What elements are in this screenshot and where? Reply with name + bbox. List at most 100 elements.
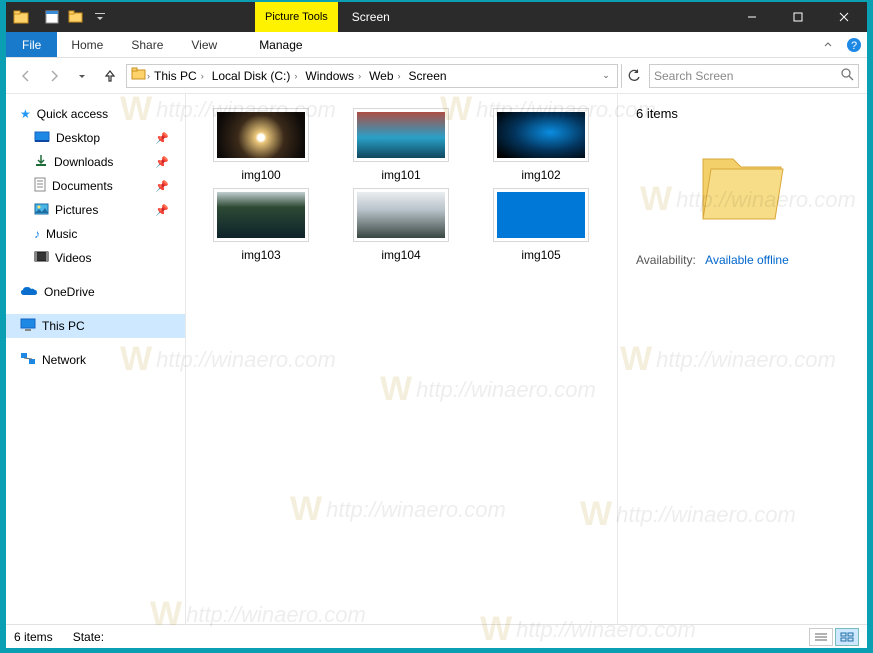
- file-label: img101: [381, 168, 420, 182]
- thumbnail: [353, 108, 449, 162]
- navigation-pane[interactable]: ★ Quick access Desktop 📌 Downloads 📌 Docum…: [6, 94, 186, 624]
- nav-pictures[interactable]: Pictures 📌: [6, 198, 185, 222]
- availability-value: Available offline: [705, 253, 789, 267]
- nav-label: Pictures: [55, 203, 98, 217]
- help-icon[interactable]: ?: [841, 32, 867, 57]
- nav-downloads[interactable]: Downloads 📌: [6, 150, 185, 174]
- thumbnail: [493, 108, 589, 162]
- up-button[interactable]: [98, 64, 122, 88]
- pin-icon: 📌: [155, 156, 169, 169]
- file-item[interactable]: img101: [336, 108, 466, 182]
- music-icon: ♪: [34, 227, 40, 241]
- minimize-button[interactable]: [729, 2, 775, 32]
- title-bar: Picture Tools Screen: [6, 2, 867, 32]
- file-item[interactable]: img102: [476, 108, 606, 182]
- nav-music[interactable]: ♪ Music: [6, 222, 185, 246]
- nav-network[interactable]: Network: [6, 348, 185, 372]
- file-label: img104: [381, 248, 420, 262]
- file-item[interactable]: img100: [196, 108, 326, 182]
- window-title: Screen: [340, 2, 729, 32]
- search-input[interactable]: Search Screen: [649, 64, 859, 88]
- nav-quick-access[interactable]: ★ Quick access: [6, 102, 185, 126]
- tab-share[interactable]: Share: [117, 32, 177, 57]
- new-folder-icon[interactable]: [65, 6, 87, 28]
- onedrive-icon: [20, 285, 38, 300]
- qat-customize-icon[interactable]: [89, 6, 111, 28]
- details-availability: Availability: Available offline: [636, 253, 849, 267]
- nav-label: Downloads: [54, 155, 113, 169]
- address-bar[interactable]: › This PC› Local Disk (C:)› Windows› Web…: [126, 64, 618, 88]
- thumbnail: [493, 188, 589, 242]
- file-label: img103: [241, 248, 280, 262]
- pin-icon: 📌: [155, 132, 169, 145]
- folder-icon: [131, 67, 147, 84]
- search-icon[interactable]: [840, 67, 854, 84]
- availability-label: Availability:: [636, 253, 696, 267]
- details-pane: 6 items Availability: Available offline: [617, 94, 867, 624]
- file-label: img100: [241, 168, 280, 182]
- close-button[interactable]: [821, 2, 867, 32]
- file-label: img105: [521, 248, 560, 262]
- downloads-icon: [34, 154, 48, 171]
- thumbnail: [213, 108, 309, 162]
- tab-home[interactable]: Home: [57, 32, 117, 57]
- nav-this-pc[interactable]: This PC: [6, 314, 185, 338]
- pictures-icon: [34, 203, 49, 218]
- files-view[interactable]: img100 img101 img102 img103 img104 img10…: [186, 94, 617, 624]
- ribbon-collapse-icon[interactable]: [815, 32, 841, 57]
- file-tab[interactable]: File: [6, 32, 57, 57]
- back-button[interactable]: [14, 64, 38, 88]
- details-header: 6 items: [636, 106, 849, 121]
- content-area: img100 img101 img102 img103 img104 img10…: [186, 94, 867, 624]
- nav-label: Network: [42, 353, 86, 367]
- forward-button[interactable]: [42, 64, 66, 88]
- refresh-button[interactable]: [621, 64, 645, 88]
- nav-label: Documents: [52, 179, 113, 193]
- status-state: State:: [73, 630, 104, 644]
- tab-view[interactable]: View: [177, 32, 231, 57]
- tab-manage[interactable]: Manage: [245, 32, 316, 57]
- nav-documents[interactable]: Documents📌: [6, 174, 185, 198]
- recent-locations-icon[interactable]: [70, 64, 94, 88]
- nav-desktop[interactable]: Desktop 📌: [6, 126, 185, 150]
- this-pc-icon: [20, 318, 36, 334]
- context-tab-picture-tools[interactable]: Picture Tools: [255, 2, 338, 32]
- videos-icon: [34, 251, 49, 265]
- crumb-web[interactable]: Web›: [365, 69, 404, 83]
- nav-label: Videos: [55, 251, 91, 265]
- network-icon: [20, 352, 36, 368]
- pin-icon: 📌: [155, 204, 169, 217]
- file-item[interactable]: img103: [196, 188, 326, 262]
- properties-icon[interactable]: [41, 6, 63, 28]
- svg-text:?: ?: [851, 40, 857, 52]
- view-details-button[interactable]: [809, 628, 833, 646]
- quick-access-toolbar: [6, 2, 115, 32]
- address-row: › This PC› Local Disk (C:)› Windows› Web…: [6, 58, 867, 94]
- context-tab-label: Picture Tools: [265, 11, 328, 24]
- crumb-local-disk[interactable]: Local Disk (C:)›: [208, 69, 302, 83]
- nav-videos[interactable]: Videos: [6, 246, 185, 270]
- crumb-this-pc[interactable]: This PC›: [150, 69, 208, 83]
- nav-label: Music: [46, 227, 77, 241]
- maximize-button[interactable]: [775, 2, 821, 32]
- quick-access-icon: ★: [20, 107, 31, 121]
- crumb-screen[interactable]: Screen: [405, 69, 451, 83]
- app-icon[interactable]: [10, 6, 32, 28]
- view-thumbnails-button[interactable]: [835, 628, 859, 646]
- explorer-window: Picture Tools Screen File Home Share Vie…: [6, 2, 867, 648]
- search-placeholder: Search Screen: [654, 69, 733, 83]
- address-dropdown-icon[interactable]: ⌄: [597, 70, 615, 81]
- crumb-windows[interactable]: Windows›: [301, 69, 365, 83]
- nav-label: Desktop: [56, 131, 100, 145]
- window-controls: [729, 2, 867, 32]
- file-item[interactable]: img104: [336, 188, 466, 262]
- large-folder-icon: [693, 139, 793, 229]
- nav-label: Quick access: [37, 107, 108, 121]
- thumbnail: [213, 188, 309, 242]
- desktop-icon: [34, 131, 50, 146]
- nav-label: This PC: [42, 319, 85, 333]
- nav-onedrive[interactable]: OneDrive: [6, 280, 185, 304]
- file-item[interactable]: img105: [476, 188, 606, 262]
- status-bar: 6 items State:: [6, 624, 867, 648]
- thumbnail: [353, 188, 449, 242]
